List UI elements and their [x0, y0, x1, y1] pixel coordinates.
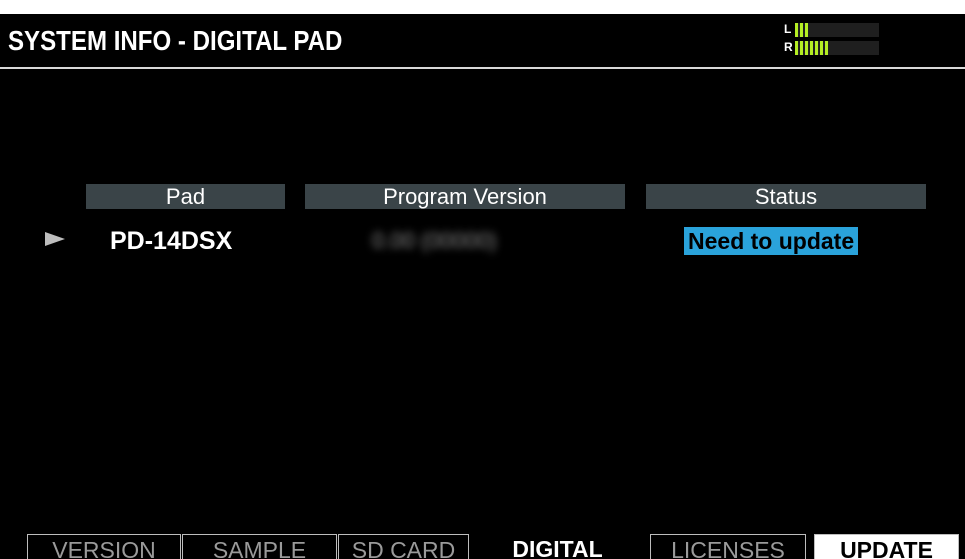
tab-sd-card[interactable]: SD CARD	[338, 534, 469, 559]
triangle-right-icon	[45, 232, 65, 246]
meter-left-track	[795, 23, 879, 37]
tab-update[interactable]: UPDATE	[814, 534, 959, 559]
meter-right-fill	[795, 41, 830, 55]
screen: SYSTEM INFO - DIGITAL PAD L R Pad Progra…	[0, 14, 965, 559]
meter-right-track	[795, 41, 879, 55]
meter-left-label: L	[784, 22, 792, 36]
pad-name-cell[interactable]: PD-14DSX	[110, 226, 232, 256]
column-header-pad: Pad	[86, 184, 285, 209]
column-header-program-version: Program Version	[305, 184, 625, 209]
tab-version[interactable]: VERSION	[27, 534, 181, 559]
tab-digital[interactable]: DIGITAL	[486, 534, 629, 559]
program-version-cell: 0.00 (00000)	[372, 228, 497, 253]
meter-right-label: R	[784, 40, 793, 54]
tab-sample[interactable]: SAMPLE	[182, 534, 337, 559]
tab-bar: VERSION SAMPLE SD CARD DIGITAL LICENSES …	[0, 534, 965, 559]
title-bar: SYSTEM INFO - DIGITAL PAD L R	[0, 14, 965, 69]
tab-licenses[interactable]: LICENSES	[650, 534, 806, 559]
page-title: SYSTEM INFO - DIGITAL PAD	[8, 25, 343, 56]
level-meter: L R	[783, 21, 883, 57]
meter-left-fill	[795, 23, 808, 37]
meter-left-row: L	[783, 22, 883, 37]
status-badge: Need to update	[684, 227, 859, 255]
column-header-status: Status	[646, 184, 926, 209]
title-divider	[0, 67, 965, 69]
meter-right-row: R	[783, 40, 883, 55]
